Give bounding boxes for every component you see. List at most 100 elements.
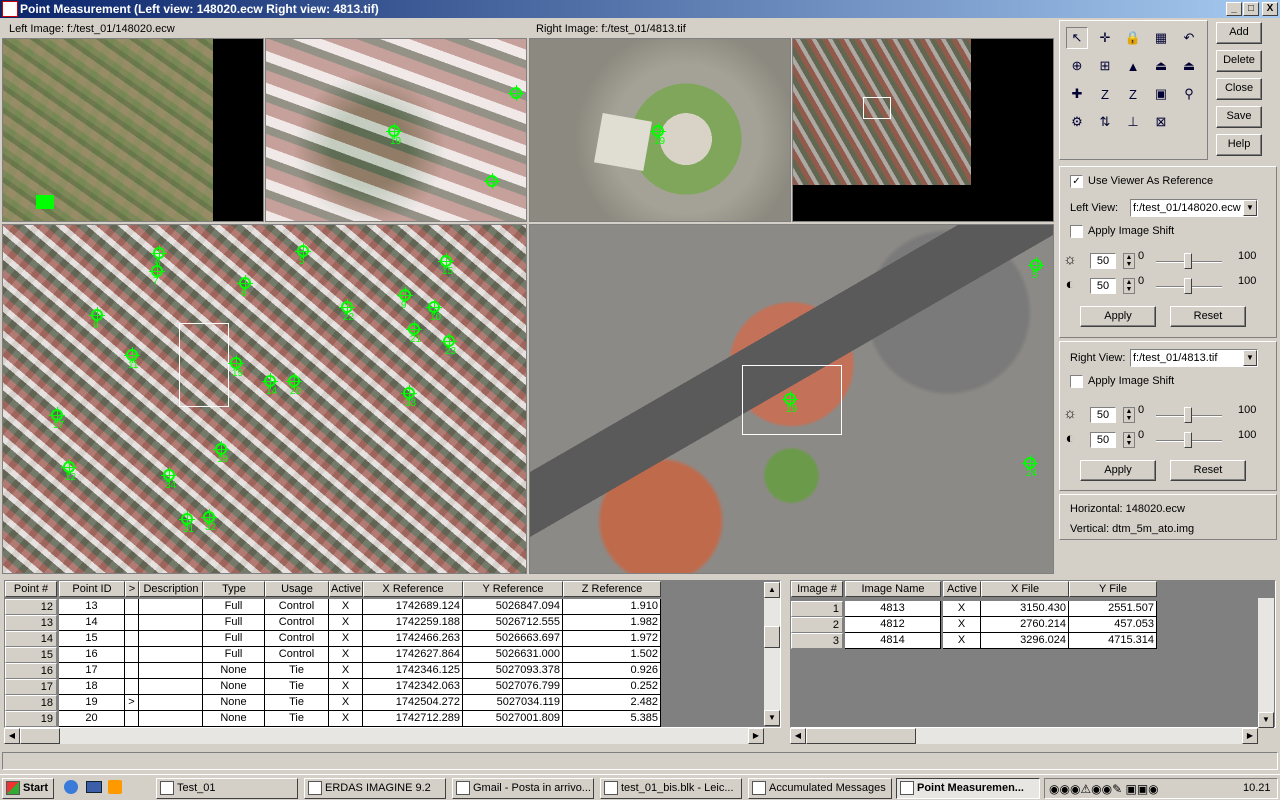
left-view-select[interactable]: f:/test_01/148020.ecw ▼ [1130,199,1258,217]
lock-icon[interactable]: 🔒 [1122,27,1144,49]
points-cell[interactable]: 5027076.799 [463,679,563,695]
point-marker[interactable]: 20 [286,373,302,397]
left-main-view[interactable]: 6 5 15 7 8 6 9 10 22 21 23 11 19 20 14 33 17 18 12 34 31 32 [2,224,527,574]
images-vscroll[interactable]: ▼ [1258,598,1274,728]
points-col-header[interactable]: Z Reference [563,581,661,597]
right-brightness-input[interactable]: 50 [1090,407,1116,423]
slider-thumb[interactable] [1184,407,1192,423]
points-cell[interactable]: X [329,695,363,711]
points-cell[interactable]: 5026663.697 [463,631,563,647]
images-cell[interactable]: 4812 [845,617,941,633]
swap-icon[interactable]: ⇅ [1094,111,1116,133]
drive-icon[interactable]: ⏏ [1150,55,1172,77]
points-cell[interactable]: 2.482 [563,695,661,711]
points-cell[interactable]: 1.982 [563,615,661,631]
points-cell[interactable]: Control [265,599,329,615]
images-row-header[interactable]: 1 [791,601,843,617]
points-col-header[interactable]: > [125,581,139,597]
slider-thumb[interactable] [1184,432,1192,448]
points-row-header[interactable]: 19 [5,711,57,727]
points-cell[interactable]: 5027093.378 [463,663,563,679]
images-col-header[interactable]: Image Name [845,581,941,597]
link-icon[interactable]: ⚲ [1178,83,1200,105]
points-row-header[interactable]: 14 [5,631,57,647]
point-marker[interactable]: 19 [228,355,244,379]
right-contrast-input[interactable]: 50 [1090,432,1116,448]
points-cell[interactable] [125,679,139,695]
close-button[interactable]: Close [1216,78,1262,100]
points-cell[interactable]: 1.910 [563,599,661,615]
points-cell[interactable]: X [329,615,363,631]
images-col-header[interactable]: Y File [1069,581,1157,597]
drive2-icon[interactable]: ⏏ [1178,55,1200,77]
right-shift-checkbox[interactable] [1070,375,1083,388]
scroll-right-icon[interactable]: ▶ [748,728,764,744]
points-cell[interactable]: X [329,663,363,679]
link-box[interactable] [179,323,229,407]
points-cell[interactable]: 1742342.063 [363,679,463,695]
point-marker[interactable]: 33 [401,385,417,409]
zoom-marker[interactable] [508,85,524,101]
points-cell[interactable]: None [203,663,265,679]
scroll-right-icon[interactable]: ▶ [1242,728,1258,744]
magnify-icon[interactable]: ⊠ [1150,111,1172,133]
grid-icon[interactable]: ▦ [1150,27,1172,49]
points-col-header[interactable]: Point # [5,581,57,597]
point-marker[interactable]: 6 [89,307,105,331]
points-col-header[interactable]: Type [203,581,265,597]
points-cell[interactable]: Control [265,615,329,631]
left-overview-view[interactable] [2,38,264,222]
images-hscroll[interactable]: ◀ ▶ [790,728,1258,744]
points-cell[interactable]: Tie [265,663,329,679]
left-contrast-input[interactable]: 50 [1090,278,1116,294]
points-cell[interactable] [125,615,139,631]
points-cell[interactable]: 5026712.555 [463,615,563,631]
taskbar-button[interactable]: Gmail - Posta in arrivo... [452,778,594,799]
point-marker[interactable]: 10 [426,299,442,323]
overview-link-box[interactable] [863,97,891,119]
images-col-header[interactable]: Image # [791,581,843,597]
taskbar-button[interactable]: Point Measuremen... [896,778,1040,799]
points-cell[interactable] [125,663,139,679]
points-cell[interactable]: 18 [59,679,125,695]
spinner-icon[interactable]: ▲ ▼ [1123,432,1135,448]
point-marker[interactable]: 14 [262,373,278,397]
scroll-thumb[interactable] [806,728,916,744]
point-marker[interactable]: 5 [1028,257,1044,281]
use-viewer-ref-checkbox[interactable]: ✓ [1070,175,1083,188]
points-cell[interactable]: X [329,679,363,695]
taskbar-button[interactable]: ERDAS IMAGINE 9.2 [304,778,446,799]
images-cell[interactable]: 2551.507 [1069,601,1157,617]
save-button[interactable]: Save [1216,106,1262,128]
points-cell[interactable]: 20 [59,711,125,727]
right-zoom-view[interactable]: 19 [529,38,791,222]
images-cell[interactable]: X [943,617,981,633]
points-cell[interactable]: Full [203,599,265,615]
add-point-icon[interactable]: ✚ [1066,83,1088,105]
images-cell[interactable]: 3150.430 [981,601,1069,617]
help-button[interactable]: Help [1216,134,1262,156]
points-col-header[interactable]: Active [329,581,363,597]
point-marker[interactable]: 18 [213,441,229,465]
points-cell[interactable] [125,647,139,663]
points-cell[interactable] [139,631,203,647]
points-cell[interactable]: 0.926 [563,663,661,679]
points-cell[interactable]: 1742712.289 [363,711,463,727]
points-cell[interactable]: Full [203,647,265,663]
zoom-marker[interactable]: 19 [650,123,666,147]
crosshair-icon[interactable]: ✛ [1094,27,1116,49]
points-cell[interactable]: 16 [59,647,125,663]
points-col-header[interactable]: X Reference [363,581,463,597]
select-arrow-icon[interactable]: ↖ [1066,27,1088,49]
right-overview-view[interactable] [792,38,1054,222]
left-reset-button[interactable]: Reset [1170,306,1246,327]
taskbar-button[interactable]: Accumulated Messages [748,778,892,799]
points-cell[interactable] [125,711,139,727]
points-cell[interactable]: X [329,599,363,615]
point-marker[interactable]: 22 [339,299,355,323]
points-cell[interactable]: Control [265,631,329,647]
left-shift-checkbox[interactable] [1070,225,1083,238]
tie-icon[interactable]: ⊥ [1122,111,1144,133]
delete-button[interactable]: Delete [1216,50,1262,72]
spinner-icon[interactable]: ▲ ▼ [1123,407,1135,423]
